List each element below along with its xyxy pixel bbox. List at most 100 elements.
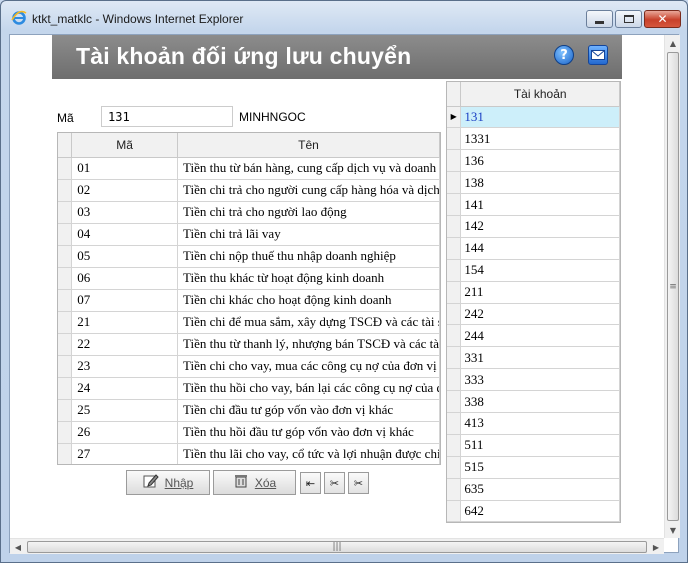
- list-item[interactable]: 138: [447, 171, 620, 195]
- table-row[interactable]: 26 Tiền thu hồi đầu tư góp vốn vào đơn vị…: [58, 421, 440, 444]
- table-row[interactable]: 02 Tiền chi trả cho người cung cấp hàng h…: [58, 179, 440, 202]
- account-code[interactable]: 242: [460, 303, 620, 326]
- row-indicator[interactable]: [58, 333, 73, 356]
- account-code[interactable]: 331: [460, 346, 620, 370]
- cell-ten[interactable]: Tiền chi cho vay, mua các công cụ nợ của…: [177, 355, 440, 378]
- scroll-left-icon[interactable]: ◀: [10, 539, 26, 555]
- cell-ma[interactable]: 04: [71, 223, 178, 246]
- cell-ma[interactable]: 05: [71, 245, 178, 268]
- list-item[interactable]: 642: [447, 500, 620, 522]
- cell-ten[interactable]: Tiền chi trả cho người lao động: [177, 201, 440, 224]
- list-item[interactable]: 333: [447, 368, 620, 392]
- account-code[interactable]: 144: [460, 237, 620, 260]
- account-code[interactable]: 333: [460, 368, 620, 392]
- cell-ten[interactable]: Tiền chi trả cho người cung cấp hàng hóa…: [177, 179, 440, 202]
- list-item[interactable]: 244: [447, 324, 620, 348]
- cell-ten[interactable]: Tiền thu lãi cho vay, cổ tức và lợi nhuậ…: [177, 443, 440, 464]
- vertical-scroll-thumb[interactable]: ≡: [667, 52, 679, 521]
- cell-ma[interactable]: 24: [71, 377, 178, 400]
- scroll-up-icon[interactable]: ▲: [665, 35, 681, 51]
- table-row[interactable]: 24 Tiền thu hồi cho vay, bán lại các công…: [58, 377, 440, 400]
- row-indicator[interactable]: [58, 399, 73, 422]
- row-indicator[interactable]: [58, 289, 73, 312]
- row-indicator[interactable]: [58, 179, 73, 202]
- cell-ten[interactable]: Tiền thu hồi cho vay, bán lại các công c…: [177, 377, 440, 400]
- column-header-ten[interactable]: Tên: [177, 133, 440, 158]
- vertical-scrollbar[interactable]: ▲ ≡ ▼: [664, 35, 680, 538]
- cell-ma[interactable]: 07: [71, 289, 178, 312]
- scroll-right-icon[interactable]: ▶: [648, 539, 664, 555]
- row-indicator[interactable]: [58, 355, 73, 378]
- xoa-button[interactable]: Xóa: [213, 470, 296, 495]
- help-icon[interactable]: ?: [554, 45, 574, 65]
- account-code[interactable]: 141: [460, 193, 620, 216]
- list-item[interactable]: 331: [447, 346, 620, 370]
- mail-icon[interactable]: [588, 45, 608, 65]
- table-row[interactable]: 07 Tiền chi khác cho hoạt động kinh doanh: [58, 289, 440, 312]
- table-row[interactable]: 03 Tiền chi trả cho người lao động: [58, 201, 440, 224]
- list-item[interactable]: 136: [447, 149, 620, 173]
- table-row[interactable]: 23 Tiền chi cho vay, mua các công cụ nợ c…: [58, 355, 440, 378]
- row-indicator[interactable]: [58, 223, 73, 246]
- horizontal-scroll-thumb[interactable]: |||: [27, 541, 647, 553]
- table-row[interactable]: 05 Tiền chi nộp thuế thu nhập doanh nghiệ…: [58, 245, 440, 268]
- horizontal-scrollbar[interactable]: ◀ ||| ▶: [10, 538, 664, 554]
- row-indicator[interactable]: [58, 311, 73, 334]
- table-row[interactable]: 01 Tiền thu từ bán hàng, cung cấp dịch vụ…: [58, 157, 440, 180]
- row-indicator[interactable]: [58, 421, 73, 444]
- list-item[interactable]: 142: [447, 215, 620, 238]
- cell-ten[interactable]: Tiền chi trả lãi vay: [177, 223, 440, 246]
- maximize-button[interactable]: [615, 10, 642, 28]
- cell-ma[interactable]: 27: [71, 443, 178, 464]
- account-code[interactable]: 511: [460, 434, 620, 457]
- cell-ma[interactable]: 23: [71, 355, 178, 378]
- table-row[interactable]: 06 Tiền thu khác từ hoạt động kinh doanh: [58, 267, 440, 290]
- list-item[interactable]: 141: [447, 193, 620, 216]
- list-item[interactable]: 144: [447, 237, 620, 260]
- account-code[interactable]: 138: [460, 171, 620, 195]
- account-code[interactable]: 244: [460, 324, 620, 348]
- list-item[interactable]: 511: [447, 434, 620, 457]
- cell-ma[interactable]: 06: [71, 267, 178, 290]
- cell-ma[interactable]: 03: [71, 201, 178, 224]
- scroll-down-icon[interactable]: ▼: [665, 522, 681, 538]
- table-row[interactable]: 25 Tiền chi đầu tư góp vốn vào đơn vị khá…: [58, 399, 440, 422]
- cell-ma[interactable]: 21: [71, 311, 178, 334]
- cell-ten[interactable]: Tiền thu từ bán hàng, cung cấp dịch vụ v…: [177, 157, 440, 180]
- nhap-button[interactable]: Nhập: [126, 470, 210, 495]
- account-code[interactable]: 211: [460, 281, 620, 304]
- account-code[interactable]: 635: [460, 478, 620, 501]
- cell-ten[interactable]: Tiền thu từ thanh lý, nhượng bán TSCĐ và…: [177, 333, 440, 356]
- list-item[interactable]: 154: [447, 259, 620, 282]
- row-indicator[interactable]: [58, 267, 73, 290]
- account-code[interactable]: 642: [460, 500, 620, 522]
- account-code[interactable]: 142: [460, 215, 620, 238]
- close-button[interactable]: ✕: [644, 10, 681, 28]
- table-row[interactable]: 22 Tiền thu từ thanh lý, nhượng bán TSCĐ …: [58, 333, 440, 356]
- row-indicator[interactable]: [58, 377, 73, 400]
- list-item[interactable]: 1331: [447, 127, 620, 151]
- account-code[interactable]: 131: [460, 106, 620, 129]
- list-item[interactable]: 242: [447, 303, 620, 326]
- list-item[interactable]: 413: [447, 412, 620, 435]
- cell-ten[interactable]: Tiền chi nộp thuế thu nhập doanh nghiệp: [177, 245, 440, 268]
- insert-row-button[interactable]: ⇤: [300, 472, 321, 494]
- row-indicator[interactable]: [58, 245, 73, 268]
- account-code[interactable]: 413: [460, 412, 620, 435]
- cell-ten[interactable]: Tiền chi khác cho hoạt động kinh doanh: [177, 289, 440, 312]
- cell-ten[interactable]: Tiền thu hồi đầu tư góp vốn vào đơn vị k…: [177, 421, 440, 444]
- table-row[interactable]: 27 Tiền thu lãi cho vay, cổ tức và lợi nh…: [58, 443, 440, 464]
- cell-ma[interactable]: 02: [71, 179, 178, 202]
- ma-input[interactable]: [101, 106, 233, 127]
- cell-ma[interactable]: 01: [71, 157, 178, 180]
- table-row[interactable]: 21 Tiền chi để mua sắm, xây dựng TSCĐ và …: [58, 311, 440, 334]
- account-code[interactable]: 338: [460, 390, 620, 413]
- account-code[interactable]: 154: [460, 259, 620, 282]
- list-item[interactable]: 635: [447, 478, 620, 501]
- account-code[interactable]: 515: [460, 456, 620, 479]
- row-indicator[interactable]: [58, 443, 73, 464]
- table-row[interactable]: 04 Tiền chi trả lãi vay: [58, 223, 440, 246]
- cell-ma[interactable]: 26: [71, 421, 178, 444]
- cell-ten[interactable]: Tiền chi đầu tư góp vốn vào đơn vị khác: [177, 399, 440, 422]
- column-header-ma[interactable]: Mã: [71, 133, 178, 158]
